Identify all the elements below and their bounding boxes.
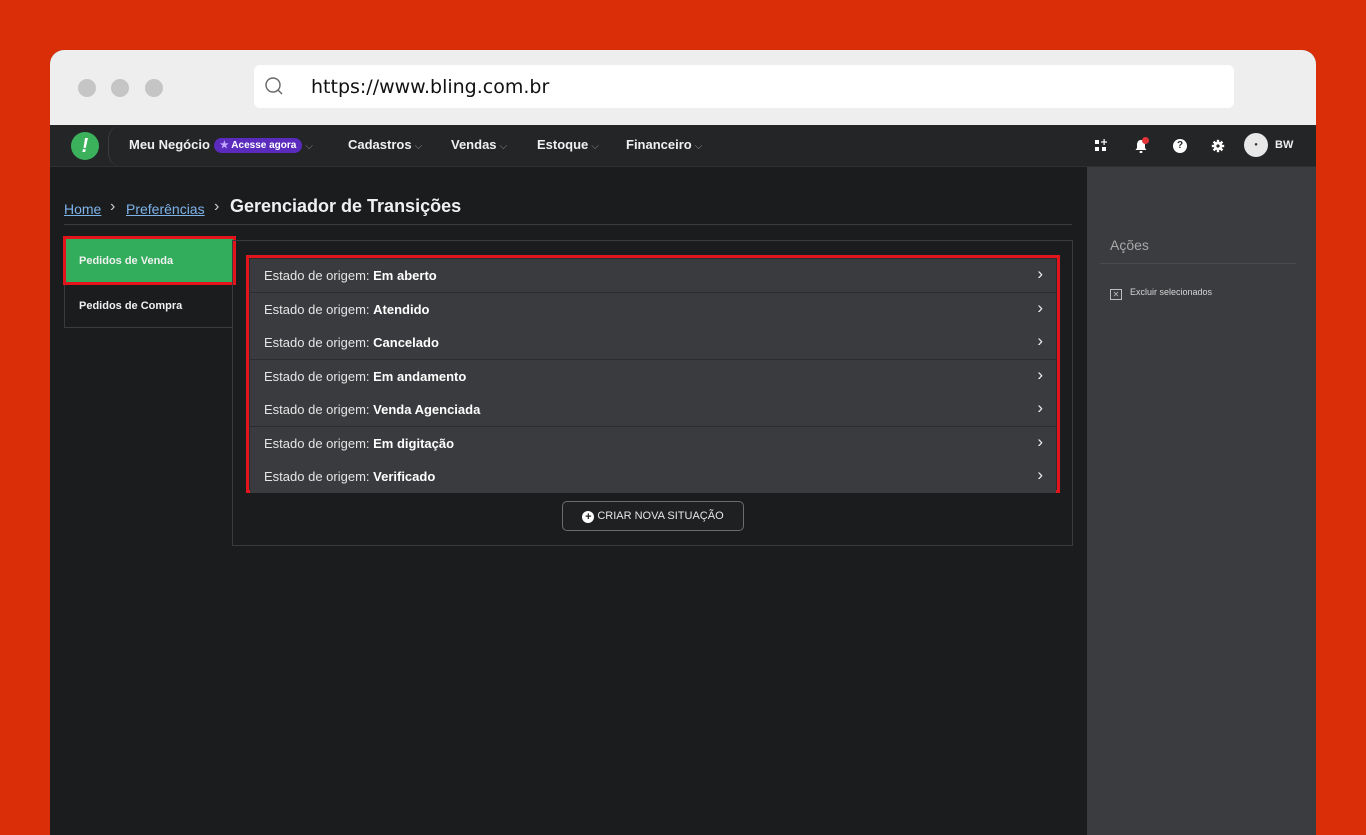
plus-circle-icon: + [582, 511, 595, 523]
row-state: Verificado [373, 469, 436, 484]
window-dot-maximize[interactable] [145, 79, 163, 97]
states-list: Estado de origem: Em aberto › Estado de … [246, 255, 1060, 493]
nav-estoque[interactable]: Estoque ⌵ [537, 137, 599, 152]
list-item[interactable]: Estado de origem: Em andamento › [250, 360, 1056, 393]
breadcrumb-home[interactable]: Home [64, 201, 101, 217]
nav-label: Vendas [451, 137, 497, 152]
help-icon[interactable]: ? [1170, 136, 1190, 156]
nav-label: Meu Negócio [129, 137, 210, 152]
actions-sidebar: Ações ✕ Excluir selecionados [1087, 167, 1316, 835]
row-state: Cancelado [373, 335, 439, 350]
chevron-right-icon: › [214, 198, 220, 215]
delete-selected-action[interactable]: ✕ Excluir selecionados [1110, 287, 1212, 300]
apps-icon[interactable] [1091, 136, 1111, 156]
row-prefix: Estado de origem: [264, 335, 370, 350]
bling-logo[interactable]: ! [71, 132, 99, 160]
row-state: Atendido [373, 302, 430, 317]
row-state: Em digitação [373, 436, 455, 451]
chevron-right-icon: › [1037, 331, 1043, 350]
acesse-agora-badge[interactable]: ★ Acesse agora [213, 138, 303, 153]
delete-icon: ✕ [1110, 289, 1122, 300]
row-state: Em aberto [373, 268, 437, 283]
side-menu: Pedidos de Venda Pedidos de Compra [63, 236, 236, 328]
breadcrumb: Home › Preferências › Gerenciador de Tra… [64, 195, 1072, 225]
chevron-right-icon: › [1037, 298, 1043, 317]
badge-label: Acesse agora [231, 140, 297, 151]
chevron-right-icon: › [1037, 432, 1043, 451]
url-text: https://www.bling.com.br [311, 76, 550, 98]
window-dot-minimize[interactable] [111, 79, 129, 97]
chevron-down-icon: ⌵ [305, 141, 313, 152]
breadcrumb-preferencias[interactable]: Preferências [126, 201, 205, 217]
row-prefix: Estado de origem: [264, 402, 370, 417]
browser-chrome: https://www.bling.com.br [50, 50, 1316, 125]
row-prefix: Estado de origem: [264, 369, 370, 384]
side-item-pedidos-de-venda[interactable]: Pedidos de Venda [63, 236, 236, 285]
actions-title: Ações [1110, 237, 1149, 253]
create-button-label: CRIAR NOVA SITUAÇÃO [597, 510, 724, 522]
page-title: Gerenciador de Transições [230, 196, 462, 216]
nav-label: Estoque [537, 137, 589, 152]
actions-divider [1100, 263, 1296, 264]
top-navigation: ! Meu Negócio ★ Acesse agora ⌵ Cadastros ⌵ … [50, 125, 1316, 167]
chevron-down-icon: ⌵ [499, 141, 508, 152]
transitions-panel: Estado de origem: Em aberto › Estado de … [232, 240, 1073, 546]
nav-vendas[interactable]: Vendas ⌵ [451, 137, 507, 152]
nav-label: Financeiro [626, 137, 692, 152]
nav-label: Cadastros [348, 137, 412, 152]
chevron-down-icon: ⌵ [591, 141, 599, 152]
nav-financeiro[interactable]: Financeiro ⌵ [626, 137, 702, 152]
user-initials[interactable]: BW [1275, 139, 1293, 151]
list-item[interactable]: Estado de origem: Verificado › [250, 460, 1056, 493]
row-prefix: Estado de origem: [264, 302, 370, 317]
notification-dot [1142, 137, 1149, 144]
nav-cadastros[interactable]: Cadastros ⌵ [348, 137, 422, 152]
chevron-right-icon: › [1037, 365, 1043, 384]
side-item-pedidos-de-compra[interactable]: Pedidos de Compra [65, 283, 234, 328]
row-prefix: Estado de origem: [264, 469, 370, 484]
gear-icon[interactable] [1208, 136, 1228, 156]
chevron-right-icon: › [1037, 398, 1043, 417]
bell-icon[interactable] [1131, 136, 1151, 156]
create-new-situation-button[interactable]: + CRIAR NOVA SITUAÇÃO [562, 501, 744, 531]
search-icon [265, 77, 283, 95]
chevron-right-icon: › [1037, 264, 1043, 283]
row-prefix: Estado de origem: [264, 436, 370, 451]
list-item[interactable]: Estado de origem: Cancelado › [250, 326, 1056, 359]
logo-divider [108, 125, 122, 167]
list-item[interactable]: Estado de origem: Venda Agenciada › [250, 393, 1056, 426]
row-state: Venda Agenciada [373, 402, 481, 417]
star-icon: ★ [219, 140, 229, 151]
chevron-down-icon: ⌵ [694, 141, 703, 152]
chevron-right-icon: › [110, 198, 116, 215]
list-item[interactable]: Estado de origem: Em aberto › [250, 259, 1056, 292]
browser-window: https://www.bling.com.br ! Meu Negócio ★ … [50, 50, 1316, 835]
list-item[interactable]: Estado de origem: Em digitação › [250, 427, 1056, 460]
list-item[interactable]: Estado de origem: Atendido › [250, 293, 1056, 326]
avatar[interactable]: ● [1244, 133, 1268, 157]
action-label: Excluir selecionados [1130, 287, 1213, 297]
chevron-down-icon: ⌵ [414, 141, 423, 152]
window-dot-close[interactable] [78, 79, 96, 97]
chevron-right-icon: › [1037, 465, 1043, 484]
row-prefix: Estado de origem: [264, 268, 370, 283]
address-bar[interactable]: https://www.bling.com.br [254, 65, 1234, 108]
nav-meu-negocio[interactable]: Meu Negócio ★ Acesse agora ⌵ [129, 137, 313, 153]
row-state: Em andamento [373, 369, 467, 384]
